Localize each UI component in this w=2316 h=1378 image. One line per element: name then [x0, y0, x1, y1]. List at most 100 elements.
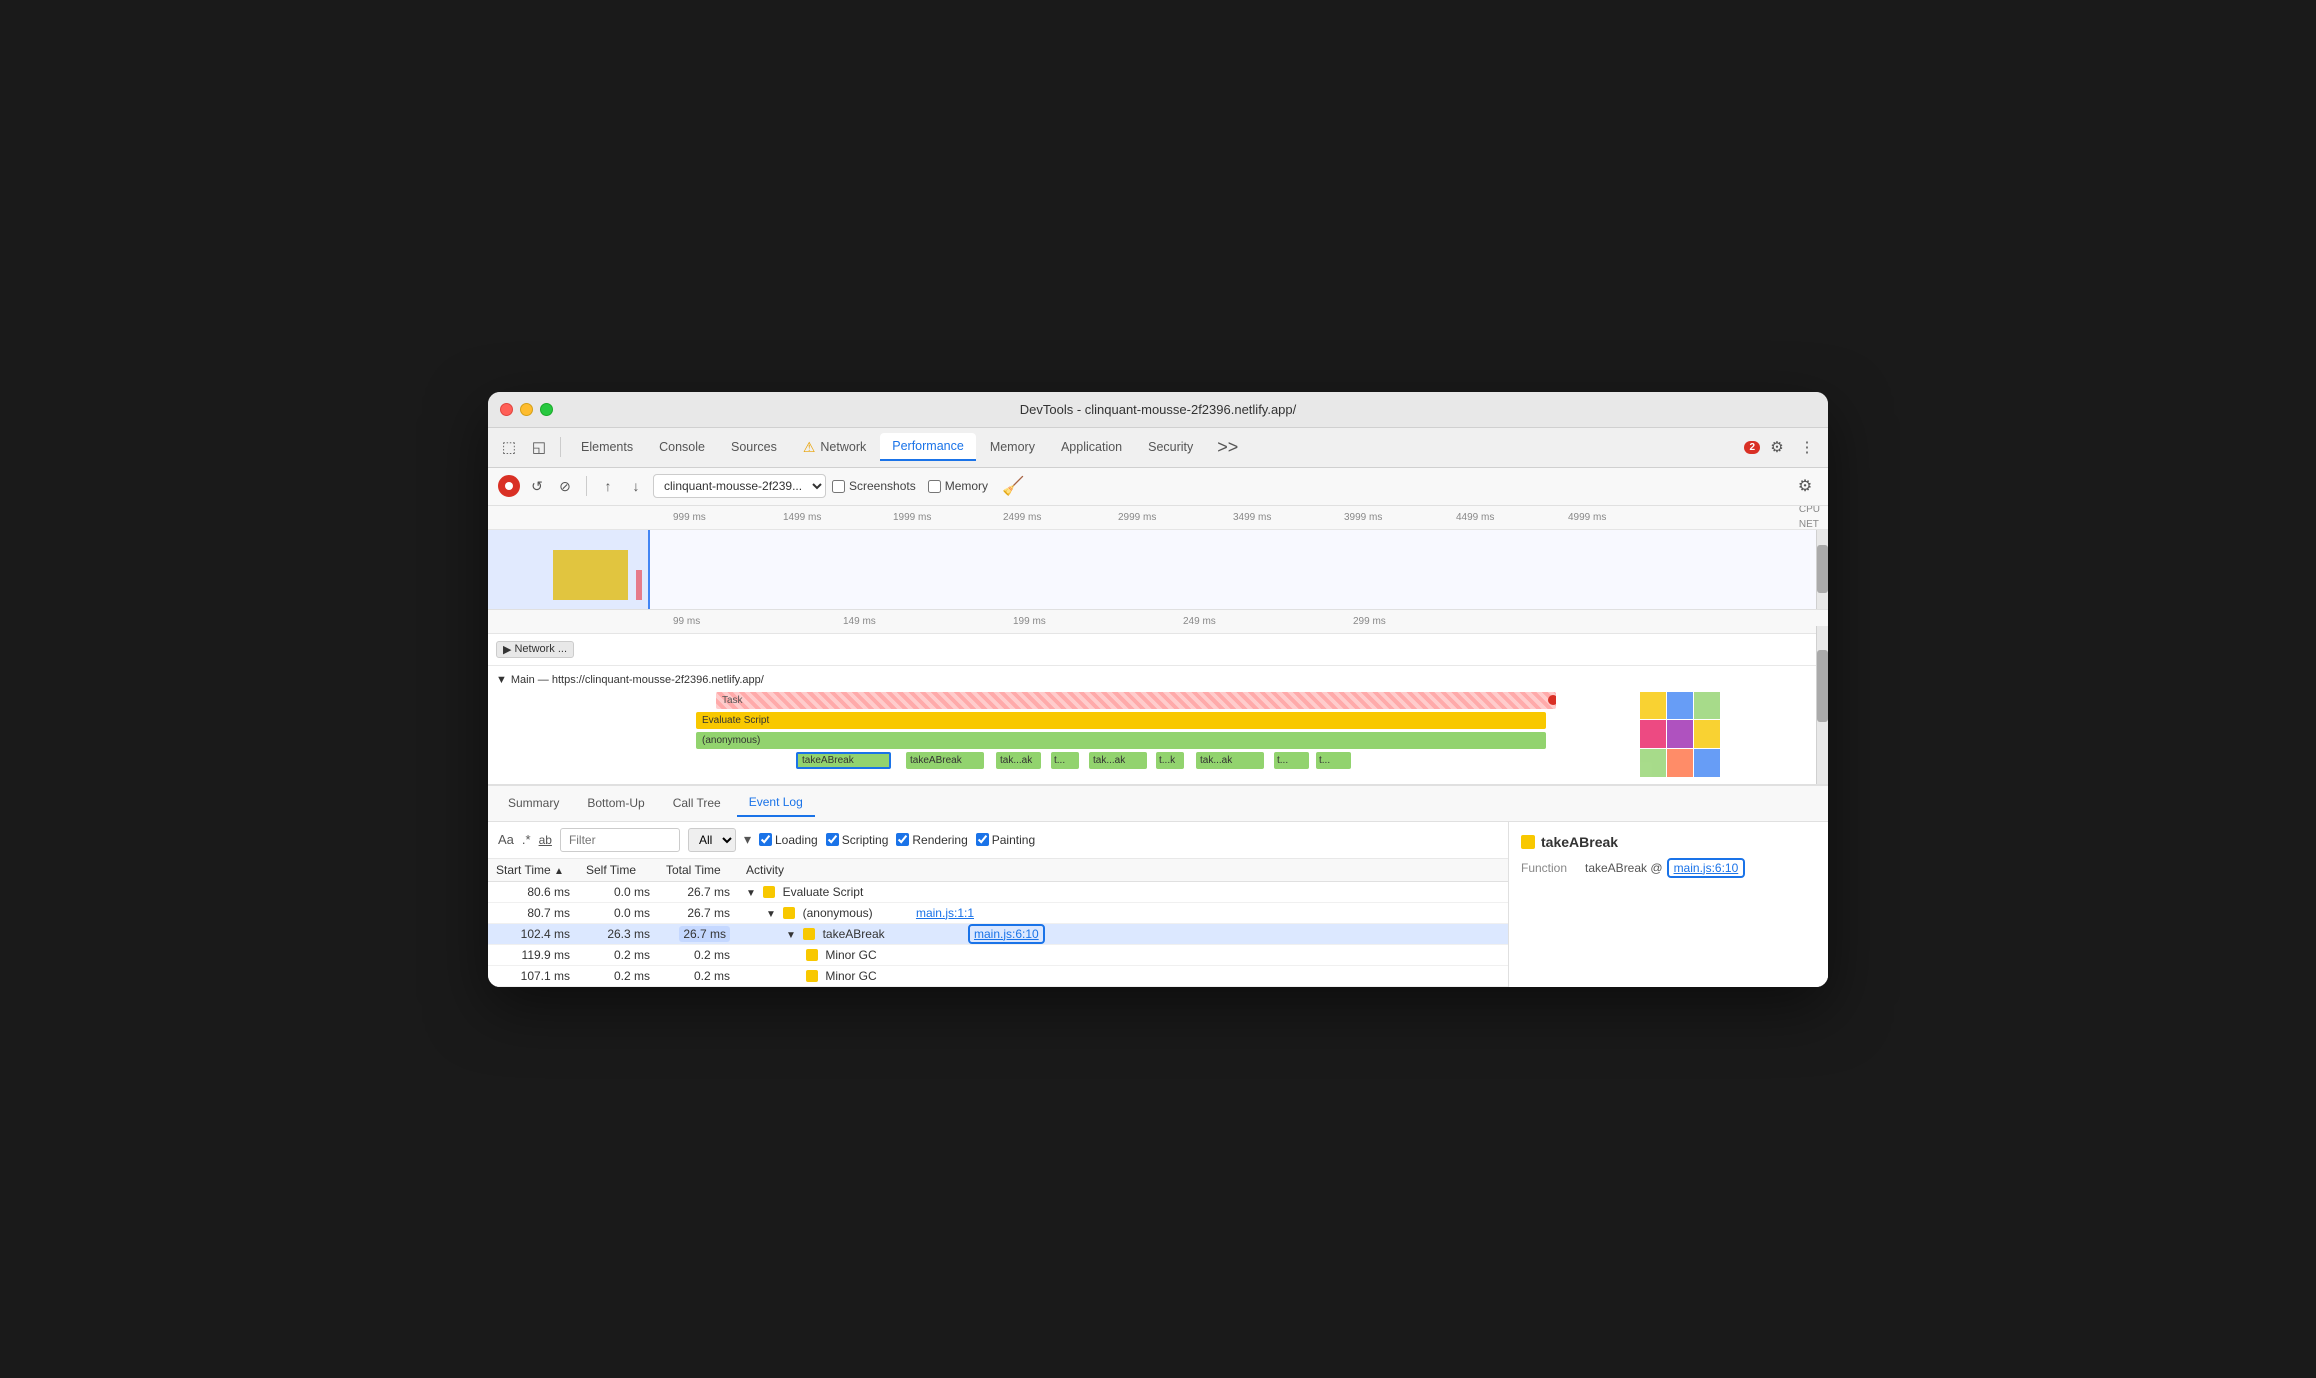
overview-scrollbar[interactable]: [1816, 530, 1828, 609]
table-row[interactable]: 107.1 ms 0.2 ms 0.2 ms Minor GC: [488, 965, 1508, 986]
clear-button[interactable]: ⊘: [554, 475, 576, 497]
table-row[interactable]: 80.6 ms 0.0 ms 26.7 ms ▼ Evaluate Script: [488, 881, 1508, 902]
filter-dropdown-icon[interactable]: ▾: [744, 831, 751, 848]
reload-button[interactable]: ↺: [526, 475, 548, 497]
upload-button[interactable]: ↑: [597, 475, 619, 497]
anonymous-bar[interactable]: (anonymous): [696, 732, 1546, 749]
tick-1999: 1999 ms: [893, 512, 931, 523]
misc-blocks: [1640, 692, 1720, 777]
anonymous-link[interactable]: main.js:1:1: [916, 906, 974, 920]
tab-event-log[interactable]: Event Log: [737, 789, 815, 817]
takeabreak-link[interactable]: main.js:6:10: [968, 924, 1045, 944]
col-start-time[interactable]: Start Time ▲: [488, 859, 578, 882]
checkbox-group: Screenshots Memory: [832, 479, 988, 493]
tab-sources[interactable]: Sources: [719, 433, 789, 461]
painting-checkbox[interactable]: Painting: [976, 833, 1035, 847]
memory-checkbox[interactable]: Memory: [928, 479, 988, 493]
nav-toolbar: ⬚ ◱ Elements Console Sources ⚠ Network P…: [488, 428, 1828, 468]
scrollbar-thumb[interactable]: [1817, 545, 1828, 592]
tree-arrow-icon[interactable]: ▼: [746, 888, 756, 899]
col-self-time[interactable]: Self Time: [578, 859, 658, 882]
scripting-label: Scripting: [842, 833, 889, 847]
filter-bar: Aa .* ab All ▾ Loading Scripting: [488, 822, 1508, 859]
table-row[interactable]: 80.7 ms 0.0 ms 26.7 ms ▼ (anonymous) mai…: [488, 902, 1508, 923]
screenshots-checkbox[interactable]: Screenshots: [832, 479, 916, 493]
bottom-tabs: Summary Bottom-Up Call Tree Event Log: [488, 786, 1828, 822]
settings-icon[interactable]: ⚙: [1764, 434, 1790, 460]
network-expand-label[interactable]: ▶ Network ...: [496, 641, 574, 658]
main-thread-arrow: ▼: [496, 674, 507, 686]
task-label: Task: [722, 695, 743, 706]
tab-bottom-up[interactable]: Bottom-Up: [575, 789, 656, 817]
tab-elements[interactable]: Elements: [569, 433, 645, 461]
toolbar-separator: [560, 437, 561, 457]
activity-cell: ▼ takeABreak main.js:6:10: [738, 923, 1508, 944]
takeabreak-bar-7[interactable]: tak...ak: [1196, 752, 1264, 769]
total-highlighted: 26.7 ms: [679, 926, 730, 942]
rendering-label: Rendering: [912, 833, 967, 847]
tab-summary[interactable]: Summary: [496, 789, 571, 817]
tree-arrow-icon[interactable]: ▼: [766, 909, 776, 920]
takeabreak-bar-selected[interactable]: takeABreak: [796, 752, 891, 769]
tab-network[interactable]: ⚠ Network: [791, 433, 878, 461]
inspector-icon[interactable]: ◱: [526, 434, 552, 460]
loading-checkbox[interactable]: Loading: [759, 833, 818, 847]
minimize-button[interactable]: [520, 403, 533, 416]
scripting-checkbox[interactable]: Scripting: [826, 833, 889, 847]
evaluate-script-bar[interactable]: Evaluate Script: [696, 712, 1546, 729]
record-button[interactable]: [498, 475, 520, 497]
tab-memory[interactable]: Memory: [978, 433, 1047, 461]
timeline-overview[interactable]: [488, 530, 1828, 610]
takeabreak-bar-4[interactable]: t...: [1051, 752, 1079, 769]
event-log-table: Start Time ▲ Self Time Total Time Activi…: [488, 859, 1508, 987]
detail-ruler: 99 ms 149 ms 199 ms 249 ms 299 ms: [488, 610, 1828, 634]
regex-button[interactable]: .*: [522, 832, 531, 847]
tab-console[interactable]: Console: [647, 433, 717, 461]
table-row-highlighted[interactable]: 102.4 ms 26.3 ms 26.7 ms ▼ takeABreak: [488, 923, 1508, 944]
url-selector[interactable]: clinquant-mousse-2f239...: [653, 474, 826, 498]
takeabreak-bar-2[interactable]: takeABreak: [906, 752, 984, 769]
flame-chart[interactable]: Task Evaluate Script (anonymous) takeABr…: [496, 690, 1820, 780]
window-title: DevTools - clinquant-mousse-2f2396.netli…: [1020, 402, 1297, 417]
maximize-button[interactable]: [540, 403, 553, 416]
toolbar-sep-2: [586, 476, 587, 496]
close-button[interactable]: [500, 403, 513, 416]
tab-performance[interactable]: Performance: [880, 433, 976, 461]
filter-select[interactable]: All: [688, 828, 736, 852]
task-bar[interactable]: Task: [716, 692, 1556, 709]
table-row[interactable]: 119.9 ms 0.2 ms 0.2 ms Minor GC: [488, 944, 1508, 965]
cursor-icon[interactable]: ⬚: [496, 434, 522, 460]
warning-icon: ⚠: [803, 439, 816, 456]
takeabreak-bar-6[interactable]: t...k: [1156, 752, 1184, 769]
takeabreak-bar-9[interactable]: t...: [1316, 752, 1351, 769]
indent-spacer: [746, 969, 806, 983]
rendering-checkbox[interactable]: Rendering: [896, 833, 967, 847]
takeabreak-bar-5[interactable]: tak...ak: [1089, 752, 1147, 769]
summary-label: Summary: [508, 796, 559, 810]
tab-application[interactable]: Application: [1049, 433, 1134, 461]
tick-3499: 3499 ms: [1233, 512, 1271, 523]
takeabreak-bar-8[interactable]: t...: [1274, 752, 1309, 769]
download-button[interactable]: ↓: [625, 475, 647, 497]
tab-call-tree[interactable]: Call Tree: [661, 789, 733, 817]
more-vert-icon[interactable]: ⋮: [1794, 434, 1820, 460]
clean-icon[interactable]: 🧹: [1002, 476, 1024, 497]
detail-scrollbar[interactable]: [1816, 626, 1828, 785]
tab-security[interactable]: Security: [1136, 433, 1205, 461]
font-size-button[interactable]: Aa: [498, 832, 514, 847]
ab-button[interactable]: ab: [539, 833, 552, 847]
col-total-time[interactable]: Total Time: [658, 859, 738, 882]
record-toolbar: ↺ ⊘ ↑ ↓ clinquant-mousse-2f239... Screen…: [488, 468, 1828, 506]
more-tabs-button[interactable]: >>: [1211, 433, 1244, 461]
tree-arrow-icon[interactable]: ▼: [786, 930, 796, 941]
evaluate-script-label: Evaluate Script: [702, 715, 769, 726]
detail-scrollbar-thumb[interactable]: [1817, 650, 1828, 722]
perf-settings-icon[interactable]: ⚙: [1792, 473, 1818, 499]
anonymous-label: (anonymous): [702, 735, 760, 746]
activity-icon: [803, 928, 815, 940]
filter-input[interactable]: [560, 828, 680, 852]
right-panel-link[interactable]: main.js:6:10: [1667, 858, 1746, 878]
takeabreak-bar-3[interactable]: tak...ak: [996, 752, 1041, 769]
tab-application-label: Application: [1061, 440, 1122, 454]
col-activity[interactable]: Activity: [738, 859, 1508, 882]
